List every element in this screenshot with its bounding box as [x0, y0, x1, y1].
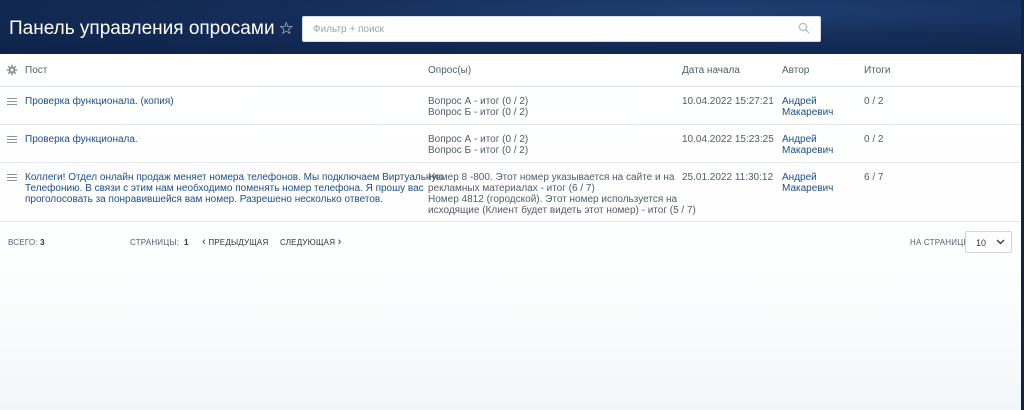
- per-page-value: 10: [976, 238, 987, 248]
- post-text-line: Коллеги! Отдел онлайн продаж меняет номе…: [25, 172, 444, 183]
- prev-page-link[interactable]: ‹ ПРЕДЫДУЩАЯ: [202, 236, 268, 248]
- table-row[interactable]: Проверка функционала. (копия) Вопрос А -…: [0, 87, 1021, 125]
- table-header: Пост Опрос(ы) Дата начала Автор Итоги: [0, 54, 1021, 87]
- author-first-name: Андрей: [782, 96, 817, 107]
- column-header-results[interactable]: Итоги: [864, 65, 890, 76]
- column-header-polls[interactable]: Опрос(ы): [428, 65, 471, 76]
- results-value: 6 / 7: [864, 172, 884, 183]
- results-value: 0 / 2: [864, 134, 884, 145]
- pages-value: 1: [183, 238, 189, 247]
- author-link[interactable]: Андрей Макаревич: [782, 134, 833, 156]
- results-value: 0 / 2: [864, 96, 884, 107]
- star-icon[interactable]: ☆: [279, 19, 294, 39]
- table-row[interactable]: Проверка функционала. Вопрос А - итог (0…: [0, 125, 1021, 163]
- drag-handle-icon[interactable]: [7, 174, 17, 183]
- header-bar: Панель управления опросами ☆: [0, 0, 1024, 54]
- page-title: Панель управления опросами ☆: [9, 18, 294, 40]
- pagination-bar: ВСЕГО: 3 СТРАНИЦЫ: 1 ‹ ПРЕДЫДУЩАЯ СЛЕДУЮ…: [0, 229, 1021, 257]
- next-page-link[interactable]: СЛЕДУЮЩАЯ ›: [280, 236, 342, 248]
- post-link[interactable]: Коллеги! Отдел онлайн продаж меняет номе…: [25, 172, 444, 205]
- poll-item: Вопрос А - итог (0 / 2): [428, 134, 529, 145]
- pages-count: СТРАНИЦЫ: 1: [130, 238, 189, 247]
- search-icon[interactable]: [798, 22, 810, 34]
- poll-list: Вопрос А - итог (0 / 2) Вопрос Б - итог …: [428, 134, 528, 156]
- author-last-name: Макаревич: [782, 145, 834, 156]
- total-value: 3: [40, 238, 45, 247]
- table-row[interactable]: Коллеги! Отдел онлайн продаж меняет номе…: [0, 163, 1021, 222]
- poll-item: Вопрос А - итог (0 / 2): [428, 96, 529, 107]
- poll-item: Вопрос Б - итог (0 / 2): [428, 145, 529, 156]
- search-box[interactable]: [302, 16, 821, 42]
- page-title-text: Панель управления опросами: [9, 18, 275, 39]
- author-last-name: Макаревич: [782, 183, 834, 194]
- post-text-line: проголосовать за понравившейся вам номер…: [25, 194, 383, 205]
- poll-item-line: рекламных материалах - итог (6 / 7): [428, 183, 595, 194]
- author-last-name: Макаревич: [782, 107, 834, 118]
- poll-list: Номер 8 -800. Этот номер указывается на …: [428, 172, 696, 216]
- author-first-name: Андрей: [782, 172, 817, 183]
- start-date: 10.04.2022 15:27:21: [682, 96, 774, 107]
- chevron-left-icon: ‹: [202, 236, 206, 248]
- author-link[interactable]: Андрей Макаревич: [782, 172, 833, 194]
- column-header-start-date[interactable]: Дата начала: [682, 65, 740, 76]
- drag-handle-icon[interactable]: [7, 136, 17, 145]
- poll-item-line: Номер 8 -800. Этот номер указывается на …: [428, 172, 675, 183]
- total-count: ВСЕГО: 3: [8, 238, 45, 247]
- poll-list: Вопрос А - итог (0 / 2) Вопрос Б - итог …: [428, 96, 528, 118]
- per-page-label: НА СТРАНИЦЕ:: [910, 238, 972, 247]
- chevron-right-icon: ›: [337, 236, 342, 248]
- column-header-post[interactable]: Пост: [25, 65, 47, 76]
- total-label: ВСЕГО:: [8, 238, 38, 247]
- drag-handle-icon[interactable]: [7, 98, 17, 107]
- prev-page-label: ПРЕДЫДУЩАЯ: [208, 238, 269, 247]
- per-page-select[interactable]: 10: [965, 231, 1012, 253]
- poll-item: Вопрос Б - итог (0 / 2): [428, 107, 529, 118]
- poll-item-line: исходящие (Клиент будет видеть этот номе…: [428, 205, 696, 216]
- post-text-line: Телефонию. В связи с этим нам необходимо…: [25, 183, 424, 194]
- gear-icon[interactable]: [6, 64, 18, 76]
- author-link[interactable]: Андрей Макаревич: [782, 96, 833, 118]
- pages-label: СТРАНИЦЫ:: [130, 238, 180, 247]
- search-input[interactable]: [303, 17, 783, 41]
- start-date: 25.01.2022 11:30:12: [682, 172, 774, 183]
- column-header-author[interactable]: Автор: [782, 65, 809, 76]
- polls-panel: Пост Опрос(ы) Дата начала Автор Итоги Пр…: [0, 54, 1021, 410]
- next-page-label: СЛЕДУЮЩАЯ: [280, 238, 336, 247]
- post-link[interactable]: Проверка функционала. (копия): [25, 96, 174, 107]
- chevron-down-icon: [996, 239, 1005, 245]
- start-date: 10.04.2022 15:23:25: [682, 134, 774, 145]
- post-link[interactable]: Проверка функционала.: [25, 134, 138, 145]
- author-first-name: Андрей: [782, 134, 817, 145]
- poll-item-line: Номер 4812 (городской). Этот номер испол…: [428, 194, 678, 205]
